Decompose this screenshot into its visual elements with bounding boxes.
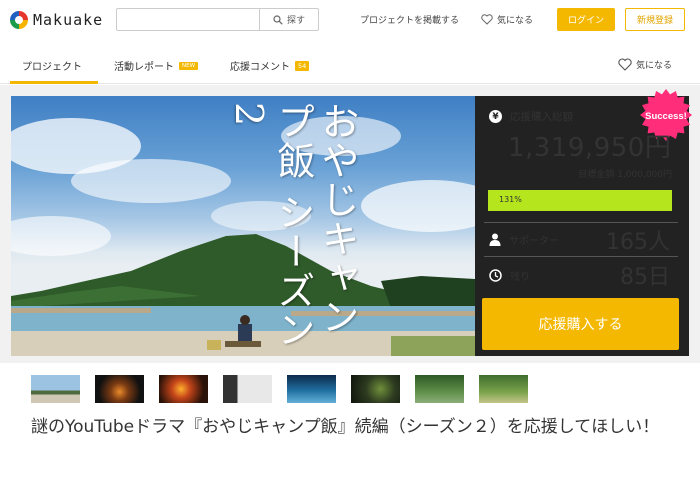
remaining-label-text: 残り xyxy=(510,272,530,283)
divider xyxy=(484,256,678,257)
tab-activity-report[interactable]: 活動レポート NEW xyxy=(114,58,199,73)
support-purchase-button[interactable]: 応援購入する xyxy=(482,298,679,350)
amount-label: ¥ 応援購入総額 xyxy=(489,109,573,124)
tab-favorite-button[interactable]: 気になる xyxy=(618,58,672,71)
tab-project-label: プロジェクト xyxy=(22,62,82,73)
search-button-label: 探す xyxy=(286,16,305,26)
favorite-link[interactable]: 気になる xyxy=(481,13,533,26)
login-button[interactable]: ログイン xyxy=(557,8,615,31)
remaining-value: 85日 xyxy=(620,265,670,290)
supporters-label-text: サポーター xyxy=(509,236,559,247)
progress-percent: 131% xyxy=(499,195,522,204)
thumbnail[interactable] xyxy=(479,375,528,403)
makuake-logo[interactable]: Makuake xyxy=(10,10,103,30)
new-badge: NEW xyxy=(179,61,199,70)
success-badge-label: Success! xyxy=(645,111,687,122)
yen-icon: ¥ xyxy=(489,110,502,123)
amount-label-text: 応援購入総額 xyxy=(510,111,573,123)
hero-image: おやじキャンプ飯 シーズン2 xyxy=(11,96,475,356)
supporters-value: 165人 xyxy=(606,230,670,255)
project-title: 謎のYouTubeドラマ『おやじキャンプ飯』続編（シーズン２）を応援してほしい！ xyxy=(31,417,660,437)
project-tabs: プロジェクト 活動レポート NEW 応援コメント 54 気になる xyxy=(0,46,700,84)
raised-amount: 1,319,950円 xyxy=(508,133,672,163)
hero-title-calligraphy: おやじキャンプ飯 シーズン2 xyxy=(227,102,359,350)
tab-project[interactable]: プロジェクト xyxy=(22,58,82,73)
post-project-link[interactable]: プロジェクトを掲載する xyxy=(360,13,459,26)
favorite-label: 気になる xyxy=(497,16,534,26)
tab-support-comments-label: 応援コメント xyxy=(230,62,290,73)
clock-icon xyxy=(489,269,502,282)
thumbnail[interactable] xyxy=(223,375,272,403)
remaining-label: 残り xyxy=(489,268,530,283)
logo-text: Makuake xyxy=(33,11,104,29)
person-icon xyxy=(489,233,501,246)
site-header: Makuake 探す プロジェクトを掲載する 気になる ログイン 新規登録 xyxy=(0,0,700,38)
divider xyxy=(484,222,678,223)
goal-amount: 目標金額 1,000,000円 xyxy=(578,170,672,180)
thumbnail[interactable] xyxy=(415,375,464,403)
supporters-label: サポーター xyxy=(489,232,559,247)
comment-count-badge: 54 xyxy=(295,60,310,71)
tab-support-comments[interactable]: 応援コメント 54 xyxy=(230,58,310,73)
tab-activity-report-label: 活動レポート xyxy=(114,62,174,73)
heart-icon xyxy=(618,58,632,71)
tab-favorite-label: 気になる xyxy=(636,61,673,71)
thumbnail[interactable] xyxy=(287,375,336,403)
search-icon xyxy=(273,14,283,25)
signup-button[interactable]: 新規登録 xyxy=(625,8,685,31)
logo-mark-icon xyxy=(10,11,28,29)
thumbnail[interactable] xyxy=(351,375,400,403)
thumbnail[interactable] xyxy=(95,375,144,403)
thumbnail[interactable] xyxy=(159,375,208,403)
post-project-label: プロジェクトを掲載する xyxy=(360,16,460,26)
progress-bar: 131% xyxy=(488,190,672,211)
active-tab-indicator xyxy=(10,81,98,84)
search-button[interactable]: 探す xyxy=(259,8,319,31)
search-input[interactable] xyxy=(116,8,260,31)
thumbnail[interactable] xyxy=(31,375,80,403)
heart-icon xyxy=(481,14,493,25)
